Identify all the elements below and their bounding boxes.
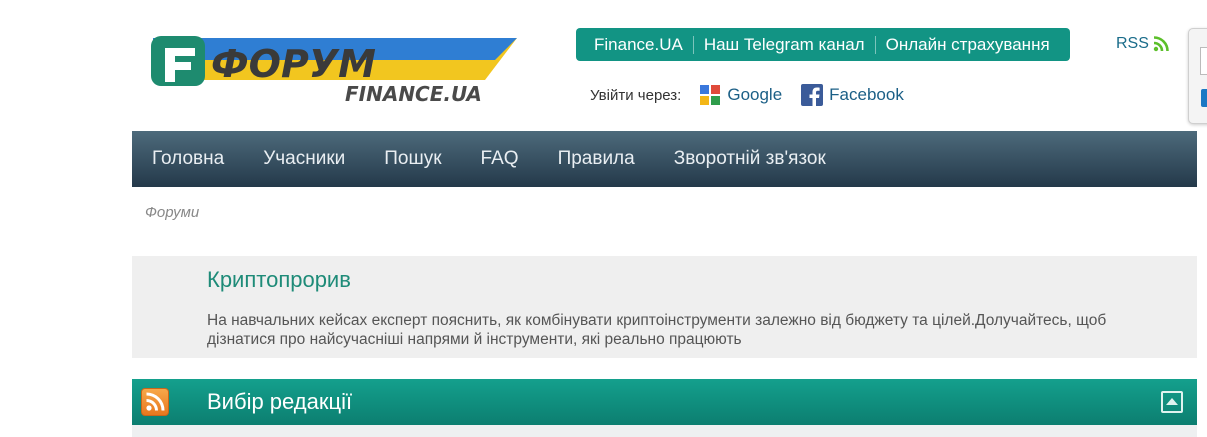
top-links-bar: Finance.UA Наш Telegram канал Онлайн стр… xyxy=(576,28,1070,61)
nav-item-home[interactable]: Головна xyxy=(152,148,224,170)
promo-title[interactable]: Криптопрорив xyxy=(207,267,351,293)
page: ФОРУМ FINANCE.UA Finance.UA Наш Telegram… xyxy=(0,0,1207,437)
section-header: Вибір редакції xyxy=(132,379,1197,425)
side-widget[interactable] xyxy=(1188,28,1207,124)
rss-link[interactable]: RSS xyxy=(1116,35,1169,53)
google-icon xyxy=(700,85,721,105)
facebook-login-link[interactable]: Facebook xyxy=(801,84,904,106)
section-title[interactable]: Вибір редакції xyxy=(207,389,352,415)
top-link-telegram[interactable]: Наш Telegram канал xyxy=(694,28,875,61)
logo-subtext: FINANCE.UA xyxy=(345,82,482,104)
side-widget-button[interactable] xyxy=(1201,89,1207,107)
breadcrumb[interactable]: Форуми xyxy=(145,204,199,221)
nav-item-search[interactable]: Пошук xyxy=(384,148,441,170)
section-content-strip xyxy=(132,425,1197,437)
facebook-label: Facebook xyxy=(829,85,904,104)
logo-text: ФОРУМ xyxy=(211,42,376,86)
side-widget-field[interactable] xyxy=(1200,47,1207,75)
nav-item-faq[interactable]: FAQ xyxy=(481,148,519,170)
promo-text: На навчальних кейсах експерт пояснить, я… xyxy=(207,312,1107,348)
rss-label: RSS xyxy=(1116,35,1149,52)
login-label: Увійти через: xyxy=(590,86,682,104)
nav-item-feedback[interactable]: Зворотній зв'язок xyxy=(674,148,826,170)
collapse-toggle-icon[interactable] xyxy=(1161,391,1183,413)
google-login-link[interactable]: Google xyxy=(699,84,782,106)
forum-logo[interactable]: ФОРУМ FINANCE.UA xyxy=(145,32,520,104)
google-label: Google xyxy=(727,85,783,104)
promo-block: Криптопрорив На навчальних кейсах експер… xyxy=(132,256,1197,358)
main-nav: Головна Учасники Пошук FAQ Правила Зворо… xyxy=(132,131,1197,187)
nav-item-members[interactable]: Учасники xyxy=(263,148,345,170)
nav-item-rules[interactable]: Правила xyxy=(558,148,635,170)
login-area: Увійти через: Google Facebook xyxy=(590,82,923,108)
top-link-insurance[interactable]: Онлайн страхування xyxy=(876,28,1060,61)
rss-icon xyxy=(1153,36,1169,52)
section-rss-icon[interactable] xyxy=(141,388,169,416)
top-link-finance[interactable]: Finance.UA xyxy=(584,28,693,61)
facebook-icon xyxy=(801,84,824,106)
